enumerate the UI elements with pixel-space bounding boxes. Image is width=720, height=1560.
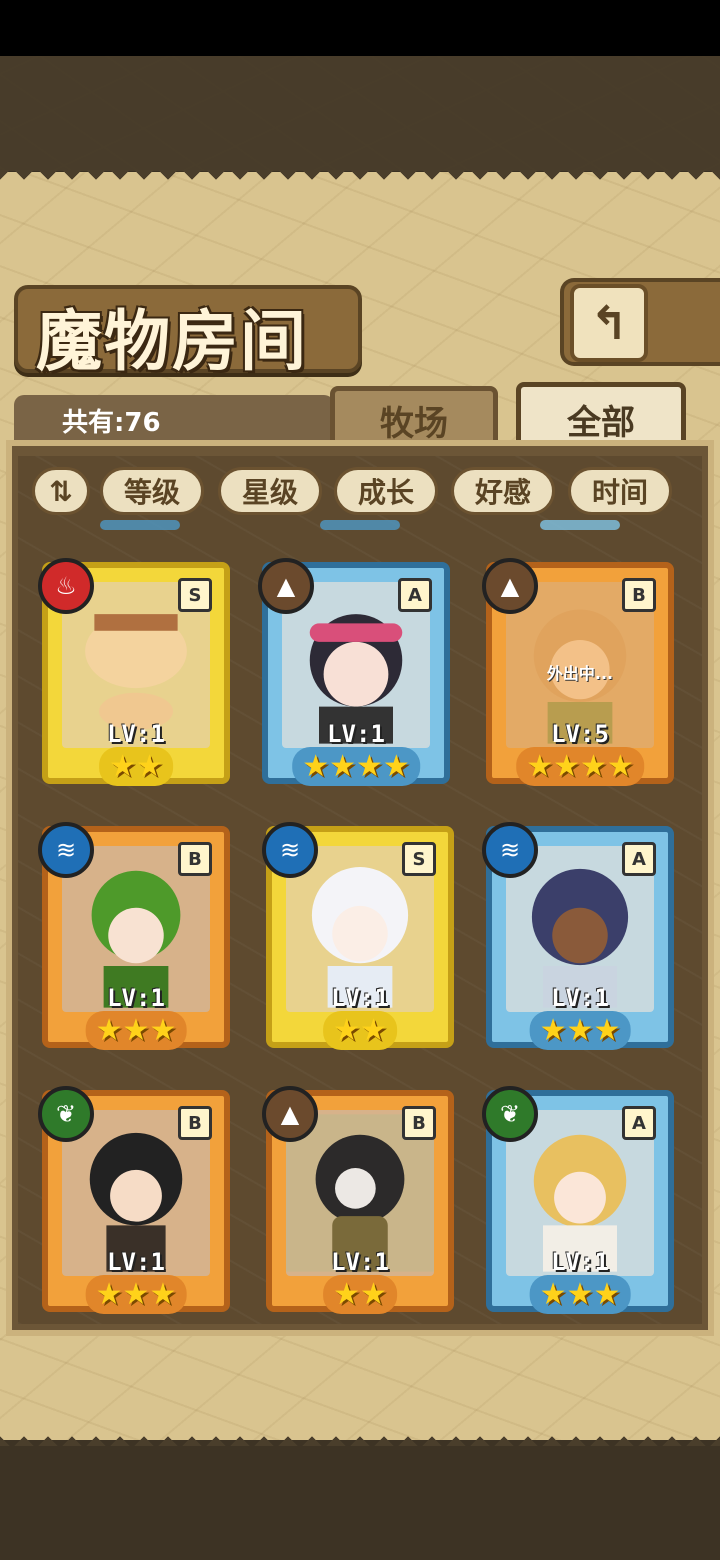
water-icon: ≋ xyxy=(482,822,538,878)
star-rating: ★★★ xyxy=(85,1275,187,1314)
monster-card[interactable]: A ≋ LV:1 ★★★ xyxy=(482,822,674,1050)
previous-row-edge xyxy=(320,520,400,530)
monster-card[interactable]: S ≋ LV:1 ★★ xyxy=(262,822,454,1050)
sort-time-label: 时间 xyxy=(591,476,648,509)
rank-badge: B xyxy=(178,1106,212,1140)
monster-level: LV:1 xyxy=(107,1248,165,1276)
monster-count: 共有:76 xyxy=(62,408,161,438)
sort-affection-label: 好感 xyxy=(474,476,531,509)
rank-badge: A xyxy=(622,1106,656,1140)
return-arrow-icon: ↰ xyxy=(589,296,629,350)
monster-card[interactable]: B ❦ LV:1 ★★★ xyxy=(38,1086,230,1314)
sort-time-button[interactable]: 时间 xyxy=(568,467,672,515)
water-icon: ≋ xyxy=(38,822,94,878)
page-title: 魔物房间 xyxy=(36,302,308,380)
sort-affection-button[interactable]: 好感 xyxy=(451,467,555,515)
parchment-edge-top xyxy=(0,170,720,186)
star-rating: ★★ xyxy=(99,747,173,786)
monster-card[interactable]: S ♨ LV:1 ★★ xyxy=(38,558,230,786)
rank-badge: S xyxy=(178,578,212,612)
map-background-bottom xyxy=(0,1440,720,1560)
monster-level: LV:1 xyxy=(107,720,165,748)
sort-order-button[interactable]: ⇅ xyxy=(32,467,90,515)
tab-ranch-label: 牧场 xyxy=(380,403,448,444)
star-rating: ★★★ xyxy=(85,1011,187,1050)
monster-level: LV:1 xyxy=(331,1248,389,1276)
star-rating: ★★ xyxy=(323,1011,397,1050)
parchment-edge-bottom xyxy=(0,1430,720,1446)
monster-level: LV:1 xyxy=(551,984,609,1012)
star-rating: ★★★★ xyxy=(292,747,420,786)
back-button[interactable]: ↰ xyxy=(570,284,648,362)
monster-level: LV:5 xyxy=(551,720,609,748)
monster-card[interactable]: A ▲ LV:1 ★★★★ xyxy=(258,558,450,786)
rank-badge: B xyxy=(178,842,212,876)
rank-badge: B xyxy=(622,578,656,612)
sort-growth-label: 成长 xyxy=(357,476,414,509)
sort-level-label: 等级 xyxy=(123,476,180,509)
wood-icon: ❦ xyxy=(482,1086,538,1142)
away-status: 外出中... xyxy=(546,664,614,683)
rank-badge: A xyxy=(398,578,432,612)
sort-order-icon: ⇅ xyxy=(49,474,73,508)
monster-level: LV:1 xyxy=(107,984,165,1012)
monster-level: LV:1 xyxy=(327,720,385,748)
star-rating: ★★★ xyxy=(529,1011,631,1050)
star-rating: ★★★ xyxy=(529,1275,631,1314)
status-bar xyxy=(0,0,720,56)
sort-level-button[interactable]: 等级 xyxy=(100,467,204,515)
previous-row-edge xyxy=(100,520,180,530)
rank-badge: B xyxy=(402,1106,436,1140)
previous-row-edge xyxy=(540,520,620,530)
sort-star-label: 星级 xyxy=(241,476,298,509)
monster-level: LV:1 xyxy=(331,984,389,1012)
earth-icon: ▲ xyxy=(258,558,314,614)
rank-badge: A xyxy=(622,842,656,876)
star-rating: ★★★★ xyxy=(516,747,644,786)
earth-icon: ▲ xyxy=(262,1086,318,1142)
water-icon: ≋ xyxy=(262,822,318,878)
sort-star-button[interactable]: 星级 xyxy=(218,467,322,515)
fire-icon: ♨ xyxy=(38,558,94,614)
map-background-top xyxy=(0,56,720,171)
star-rating: ★★ xyxy=(323,1275,397,1314)
earth-icon: ▲ xyxy=(482,558,538,614)
monster-card[interactable]: B ▲ LV:1 ★★ xyxy=(262,1086,454,1314)
sort-growth-button[interactable]: 成长 xyxy=(334,467,438,515)
monster-card[interactable]: A ❦ LV:1 ★★★ xyxy=(482,1086,674,1314)
rank-badge: S xyxy=(402,842,436,876)
monster-level: LV:1 xyxy=(551,1248,609,1276)
wood-icon: ❦ xyxy=(38,1086,94,1142)
monster-card[interactable]: B ≋ LV:1 ★★★ xyxy=(38,822,230,1050)
monster-card[interactable]: 外出中... B ▲ LV:5 ★★★★ xyxy=(482,558,674,786)
tab-all-label: 全部 xyxy=(567,402,635,443)
